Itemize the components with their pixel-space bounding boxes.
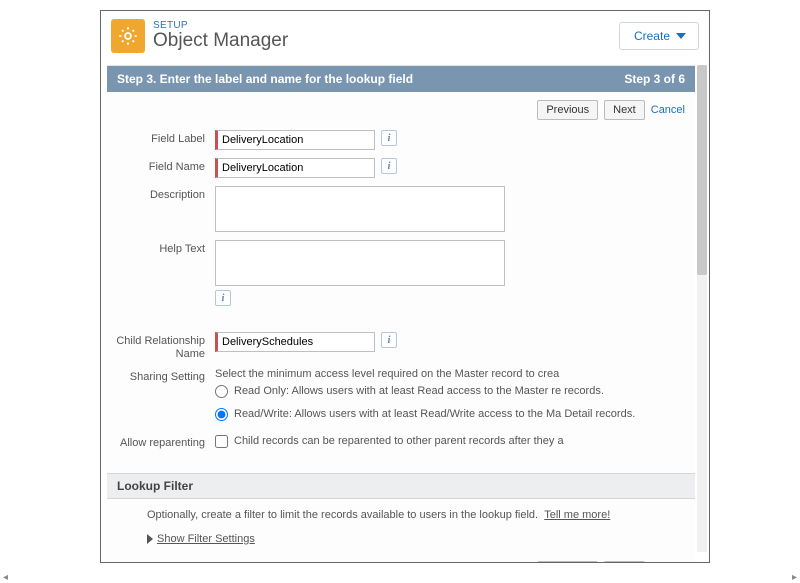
wizard-panel: Step 3. Enter the label and name for the… (107, 65, 695, 562)
sharing-readwrite-radio[interactable] (215, 408, 228, 421)
gear-icon (111, 19, 145, 53)
lookup-filter-description: Optionally, create a filter to limit the… (147, 509, 538, 521)
field-label-label: Field Label (107, 130, 215, 146)
allow-reparenting-option[interactable]: Child records can be reparented to other… (215, 434, 564, 449)
sharing-setting-label: Sharing Setting (107, 368, 215, 384)
next-button[interactable]: Next (604, 561, 645, 562)
create-label: Create (634, 29, 670, 43)
scroll-right-icon: ▸ (792, 572, 797, 583)
field-form: Field Label i Field Name i Description (107, 128, 695, 465)
child-rel-name-label: Child Relationship Name (107, 332, 215, 360)
app-window: SETUP Object Manager Create Step 3. Ente… (100, 10, 710, 563)
wizard-buttons-bottom: Previous Next Cancel (107, 553, 695, 562)
allow-reparenting-checkbox[interactable] (215, 435, 228, 448)
sharing-readwrite-text: Read/Write: Allows users with at least R… (234, 407, 635, 422)
cancel-link[interactable]: Cancel (651, 104, 685, 116)
page-header: SETUP Object Manager Create (101, 11, 709, 59)
allow-reparenting-text: Child records can be reparented to other… (234, 434, 564, 449)
sharing-readonly-radio[interactable] (215, 385, 228, 398)
info-icon[interactable]: i (381, 332, 397, 348)
field-name-label: Field Name (107, 158, 215, 174)
show-filter-settings-label: Show Filter Settings (157, 533, 255, 545)
chevron-down-icon (676, 33, 686, 39)
tell-me-more-link[interactable]: Tell me more! (544, 509, 610, 521)
previous-button[interactable]: Previous (537, 100, 598, 120)
page-title: Object Manager (153, 30, 611, 52)
child-rel-name-input[interactable] (215, 332, 375, 352)
description-input[interactable] (215, 186, 505, 232)
allow-reparenting-label: Allow reparenting (107, 434, 215, 450)
show-filter-settings-toggle[interactable]: Show Filter Settings (147, 533, 681, 545)
info-icon[interactable]: i (215, 290, 231, 306)
sharing-readonly-option[interactable]: Read Only: Allows users with at least Re… (215, 384, 685, 399)
scrollbar-thumb[interactable] (697, 65, 707, 275)
lookup-filter-body: Optionally, create a filter to limit the… (107, 499, 695, 547)
wizard-buttons-top: Previous Next Cancel (107, 92, 695, 128)
step-counter: Step 3 of 6 (624, 72, 685, 86)
lookup-filter-section-header: Lookup Filter (107, 473, 695, 499)
help-text-input[interactable] (215, 240, 505, 286)
sharing-setting-help: Select the minimum access level required… (215, 368, 685, 380)
next-button[interactable]: Next (604, 100, 645, 120)
sharing-readwrite-option[interactable]: Read/Write: Allows users with at least R… (215, 407, 685, 422)
vertical-scrollbar[interactable] (697, 65, 707, 552)
step-title: Step 3. Enter the label and name for the… (117, 72, 413, 86)
previous-button[interactable]: Previous (537, 561, 598, 562)
scroll-left-icon: ◂ (3, 572, 8, 583)
field-name-input[interactable] (215, 158, 375, 178)
horizontal-scroll-hint: ◂ ▸ (0, 572, 800, 583)
help-text-label: Help Text (107, 240, 215, 256)
description-label: Description (107, 186, 215, 202)
create-dropdown-button[interactable]: Create (619, 22, 699, 50)
info-icon[interactable]: i (381, 130, 397, 146)
sharing-readonly-text: Read Only: Allows users with at least Re… (234, 384, 604, 399)
field-label-input[interactable] (215, 130, 375, 150)
triangle-right-icon (147, 534, 153, 544)
info-icon[interactable]: i (381, 158, 397, 174)
wizard-step-bar: Step 3. Enter the label and name for the… (107, 66, 695, 92)
